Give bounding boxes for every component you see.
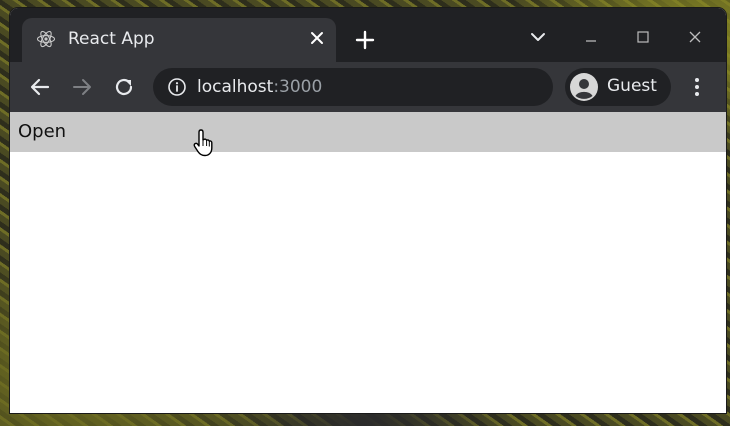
url-port: :3000 — [273, 77, 323, 97]
title-bar: React App — [10, 8, 726, 62]
url-host: localhost — [197, 77, 274, 97]
window-close-icon[interactable] — [684, 26, 706, 48]
kebab-menu-icon[interactable] — [686, 75, 708, 99]
maximize-icon[interactable] — [632, 26, 654, 48]
react-atom-icon — [36, 30, 56, 48]
browser-window: React App localhost:3000 Guest Open — [10, 8, 726, 413]
chevron-down-icon[interactable] — [527, 26, 549, 48]
address-bar[interactable]: localhost:3000 — [153, 68, 553, 106]
reload-icon[interactable] — [112, 75, 136, 99]
tab-react-app[interactable]: React App — [22, 18, 336, 62]
browser-toolbar: localhost:3000 Guest — [10, 62, 726, 112]
url-text: localhost:3000 — [197, 77, 322, 97]
open-button-label: Open — [18, 121, 67, 142]
close-icon[interactable] — [306, 27, 328, 49]
profile-label: Guest — [607, 76, 657, 96]
profile-button[interactable]: Guest — [565, 68, 671, 106]
tab-title: React App — [68, 29, 155, 49]
info-icon[interactable] — [167, 77, 187, 97]
account-circle-icon — [570, 73, 598, 101]
open-button[interactable]: Open — [10, 112, 726, 152]
hand-pointer-cursor-icon — [193, 129, 213, 157]
page-content: Open — [10, 112, 726, 413]
arrow-right-icon[interactable] — [70, 75, 94, 99]
minimize-icon[interactable] — [580, 26, 602, 48]
new-tab-button[interactable] — [351, 26, 379, 54]
arrow-left-icon[interactable] — [28, 75, 52, 99]
